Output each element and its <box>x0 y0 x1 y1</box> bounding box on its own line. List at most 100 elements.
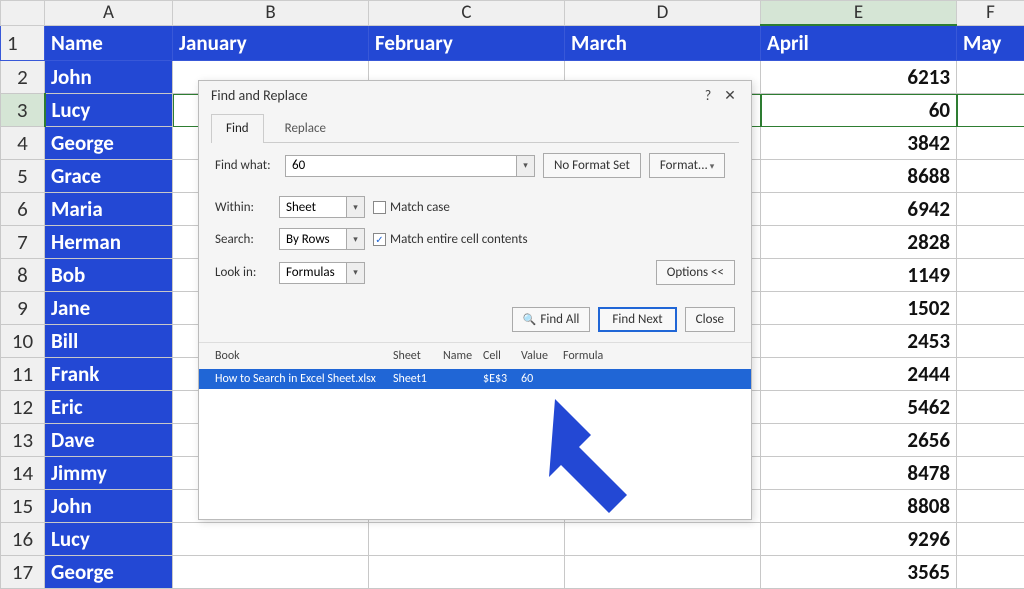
cell[interactable] <box>565 556 761 589</box>
cell[interactable] <box>957 325 1024 358</box>
cell[interactable]: 5462 <box>761 391 957 424</box>
cell-name[interactable]: John <box>45 61 173 94</box>
cell-name[interactable]: Maria <box>45 193 173 226</box>
cell[interactable] <box>369 556 565 589</box>
cell[interactable]: 2444 <box>761 358 957 391</box>
cell-name[interactable]: Frank <box>45 358 173 391</box>
cell-name[interactable]: Herman <box>45 226 173 259</box>
cell[interactable] <box>957 457 1024 490</box>
row-header[interactable]: 16 <box>1 523 45 556</box>
header-march[interactable]: March <box>565 25 761 61</box>
row-header[interactable]: 13 <box>1 424 45 457</box>
cell[interactable] <box>957 490 1024 523</box>
find-next-button[interactable]: Find Next <box>598 307 676 332</box>
cell[interactable] <box>957 61 1024 94</box>
cell[interactable] <box>369 523 565 556</box>
row-header[interactable]: 7 <box>1 226 45 259</box>
match-entire-checkbox[interactable]: ✓ Match entire cell contents <box>373 232 528 247</box>
search-select[interactable]: By Rows ▾ <box>279 228 365 250</box>
cell[interactable] <box>957 424 1024 457</box>
cell[interactable]: 6213 <box>761 61 957 94</box>
cell-name[interactable]: John <box>45 490 173 523</box>
cell[interactable]: 3565 <box>761 556 957 589</box>
chevron-down-icon[interactable]: ▾ <box>346 229 364 249</box>
cell[interactable]: 8688 <box>761 160 957 193</box>
cell[interactable] <box>957 292 1024 325</box>
header-april[interactable]: April <box>761 25 957 61</box>
cell[interactable]: 9296 <box>761 523 957 556</box>
cell[interactable] <box>957 259 1024 292</box>
row-header[interactable]: 5 <box>1 160 45 193</box>
cell[interactable] <box>957 193 1024 226</box>
col-header-A[interactable]: A <box>45 1 173 26</box>
cell[interactable] <box>173 523 369 556</box>
col-header-E[interactable]: E <box>761 1 957 26</box>
column-headers[interactable]: A B C D E F <box>1 1 1024 26</box>
row-header[interactable]: 17 <box>1 556 45 589</box>
cell[interactable] <box>957 226 1024 259</box>
row-header[interactable]: 14 <box>1 457 45 490</box>
tab-replace[interactable]: Replace <box>270 114 341 142</box>
find-what-input[interactable]: 60 ▾ <box>285 155 535 177</box>
cell-name[interactable]: Bill <box>45 325 173 358</box>
cell[interactable] <box>957 160 1024 193</box>
col-header-D[interactable]: D <box>565 1 761 26</box>
row-header[interactable]: 4 <box>1 127 45 160</box>
row-header[interactable]: 10 <box>1 325 45 358</box>
cell-name[interactable]: Jimmy <box>45 457 173 490</box>
cell[interactable]: 3842 <box>761 127 957 160</box>
cell-name[interactable]: Lucy <box>45 523 173 556</box>
col-header-F[interactable]: F <box>957 1 1024 26</box>
cell[interactable]: 1149 <box>761 259 957 292</box>
options-button[interactable]: Options << <box>656 260 735 285</box>
cell[interactable] <box>173 556 369 589</box>
header-name[interactable]: Name <box>45 25 173 61</box>
dialog-titlebar[interactable]: Find and Replace ? ✕ <box>199 81 751 110</box>
cell[interactable]: 6942 <box>761 193 957 226</box>
close-icon[interactable]: ✕ <box>719 87 741 104</box>
cell[interactable]: 8808 <box>761 490 957 523</box>
row-header-1[interactable]: 1 <box>1 25 45 61</box>
cell[interactable] <box>957 127 1024 160</box>
row-header[interactable]: 12 <box>1 391 45 424</box>
chevron-down-icon[interactable]: ▾ <box>516 156 534 176</box>
cell-name[interactable]: Eric <box>45 391 173 424</box>
cell-name[interactable]: Dave <box>45 424 173 457</box>
cell[interactable] <box>565 523 761 556</box>
cell[interactable] <box>957 523 1024 556</box>
chevron-down-icon[interactable]: ▾ <box>346 197 364 217</box>
help-icon[interactable]: ? <box>697 87 719 104</box>
results-header[interactable]: Book Sheet Name Cell Value Formula <box>199 342 751 369</box>
row-header[interactable]: 3 <box>1 94 45 127</box>
row-header[interactable]: 6 <box>1 193 45 226</box>
cell[interactable] <box>957 94 1024 127</box>
chevron-down-icon[interactable]: ▾ <box>346 263 364 283</box>
col-header-B[interactable]: B <box>173 1 369 26</box>
lookin-select[interactable]: Formulas ▾ <box>279 262 365 284</box>
cell[interactable]: 60 <box>761 94 957 127</box>
cell[interactable]: 2453 <box>761 325 957 358</box>
cell-name[interactable]: Grace <box>45 160 173 193</box>
format-button[interactable]: Format... <box>649 153 725 178</box>
cell[interactable] <box>957 556 1024 589</box>
cell[interactable]: 8478 <box>761 457 957 490</box>
within-select[interactable]: Sheet ▾ <box>279 196 365 218</box>
results-row[interactable]: How to Search in Excel Sheet.xlsx Sheet1… <box>199 369 751 389</box>
close-button[interactable]: Close <box>685 307 735 332</box>
cell-name[interactable]: Lucy <box>45 94 173 127</box>
row-header[interactable]: 9 <box>1 292 45 325</box>
row-header[interactable]: 2 <box>1 61 45 94</box>
header-may[interactable]: May <box>957 25 1024 61</box>
row-header[interactable]: 11 <box>1 358 45 391</box>
header-february[interactable]: February <box>369 25 565 61</box>
col-header-C[interactable]: C <box>369 1 565 26</box>
select-all-cell[interactable] <box>1 1 45 26</box>
cell[interactable] <box>957 358 1024 391</box>
cell-name[interactable]: George <box>45 127 173 160</box>
tab-find[interactable]: Find <box>211 114 264 143</box>
header-january[interactable]: January <box>173 25 369 61</box>
cell-name[interactable]: Jane <box>45 292 173 325</box>
cell-name[interactable]: George <box>45 556 173 589</box>
cell-name[interactable]: Bob <box>45 259 173 292</box>
cell[interactable] <box>957 391 1024 424</box>
